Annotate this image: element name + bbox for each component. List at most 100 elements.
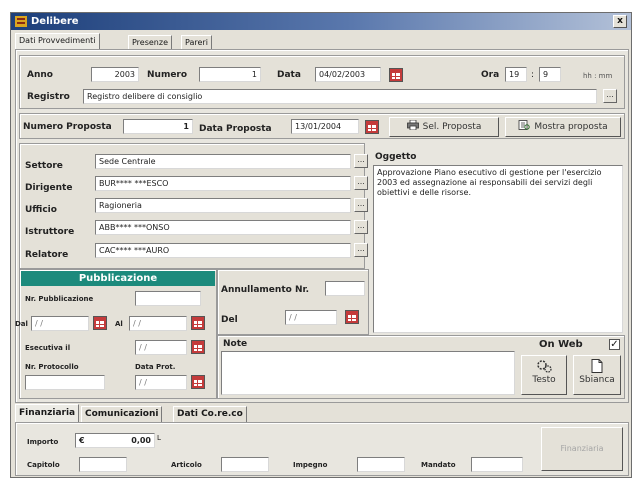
testo-label: Testo — [532, 375, 556, 385]
ora-label: Ora — [481, 70, 500, 80]
delibere-window: Delibere x Dati Provvedimenti Presenze P… — [10, 12, 632, 478]
registro-lookup-button[interactable]: ... — [603, 89, 617, 103]
importo-value: 0,00 — [131, 436, 151, 445]
impegno-input[interactable] — [357, 457, 405, 472]
settore-label: Settore — [25, 161, 63, 171]
relatore-label: Relatore — [25, 250, 69, 260]
dal-label: Dal — [15, 320, 28, 328]
on-web-checkbox[interactable]: ✓ — [609, 339, 620, 350]
sbianca-label: Sbianca — [579, 375, 615, 385]
annullamento-calendar-icon[interactable] — [345, 310, 359, 324]
numero-proposta-label: Numero Proposta — [23, 122, 112, 132]
mostra-proposta-button[interactable]: Mostra proposta — [505, 117, 621, 137]
testo-button[interactable]: Testo — [521, 355, 567, 395]
dal-input[interactable]: / / — [31, 316, 89, 331]
registro-input[interactable]: Registro delibere di consiglio — [83, 89, 597, 104]
data-prot-input[interactable]: / / — [135, 375, 187, 390]
ufficio-lookup-button[interactable]: ... — [354, 198, 368, 212]
annullamento-label: Annullamento Nr. — [221, 285, 310, 295]
articolo-label: Articolo — [171, 461, 202, 469]
sel-proposta-button[interactable]: Sel. Proposta — [389, 117, 499, 137]
sel-proposta-label: Sel. Proposta — [422, 122, 482, 132]
tab-dati-coreco[interactable]: Dati Co.re.co — [173, 406, 247, 422]
dirigente-lookup-button[interactable]: ... — [354, 176, 368, 190]
al-label: Al — [115, 320, 123, 328]
note-label: Note — [223, 339, 248, 349]
istruttore-input[interactable]: ABB**** ***ONSO — [95, 220, 351, 235]
mostra-proposta-label: Mostra proposta — [534, 122, 608, 132]
pubblicazione-header: Pubblicazione — [21, 271, 215, 286]
sbianca-button[interactable]: Sbianca — [573, 355, 621, 395]
esecutiva-calendar-icon[interactable] — [191, 340, 205, 354]
data-proposta-calendar-icon[interactable] — [365, 120, 379, 134]
importo-label: Importo — [27, 438, 59, 446]
annullamento-del-label: Del — [221, 315, 238, 325]
al-input[interactable]: / / — [129, 316, 187, 331]
annullamento-input[interactable] — [325, 281, 365, 296]
tab-pareri[interactable]: Pareri — [181, 35, 212, 49]
annullamento-panel — [217, 269, 369, 335]
data-calendar-icon[interactable] — [389, 68, 403, 82]
data-input[interactable]: 04/02/2003 — [315, 67, 381, 82]
dirigente-input[interactable]: BUR**** ***ESCO — [95, 176, 351, 191]
ora-separator: : — [531, 70, 535, 80]
ora-minutes-input[interactable]: 9 — [539, 67, 561, 82]
document-icon — [518, 120, 531, 130]
ora-format-hint: hh : mm — [583, 72, 613, 80]
anno-input[interactable]: 2003 — [91, 67, 139, 82]
mandato-label: Mandato — [421, 461, 456, 469]
anno-label: Anno — [27, 70, 53, 80]
printer-icon — [406, 120, 419, 130]
mandato-input[interactable] — [471, 457, 523, 472]
ufficio-input[interactable]: Ragioneria — [95, 198, 351, 213]
data-prot-label: Data Prot. — [135, 363, 176, 371]
nr-protocollo-input[interactable] — [25, 375, 105, 390]
data-proposta-input[interactable]: 13/01/2004 — [291, 119, 359, 134]
window-title: Delibere — [31, 16, 79, 27]
capitolo-label: Capitolo — [27, 461, 60, 469]
capitolo-input[interactable] — [79, 457, 127, 472]
ora-hours-input[interactable]: 19 — [505, 67, 527, 82]
oggetto-textarea[interactable]: Approvazione Piano esecutivo di gestione… — [373, 165, 623, 333]
articolo-input[interactable] — [221, 457, 269, 472]
new-page-icon — [591, 359, 603, 373]
relatore-input[interactable]: CAC**** ***AURO — [95, 243, 351, 258]
annullamento-del-input[interactable]: / / — [285, 310, 337, 325]
tab-comunicazioni[interactable]: Comunicazioni — [81, 406, 163, 422]
dal-calendar-icon[interactable] — [93, 316, 107, 330]
dirigente-label: Dirigente — [25, 183, 73, 193]
tab-finanziaria[interactable]: Finanziaria — [15, 404, 80, 422]
impegno-label: Impegno — [293, 461, 328, 469]
on-web-label: On Web — [539, 339, 583, 350]
istruttore-lookup-button[interactable]: ... — [354, 220, 368, 234]
data-prot-calendar-icon[interactable] — [191, 375, 205, 389]
settore-lookup-button[interactable]: ... — [354, 154, 368, 168]
finanziaria-button[interactable]: Finanziaria — [541, 427, 623, 471]
app-icon — [15, 16, 27, 27]
currency-symbol: € — [79, 436, 85, 445]
numero-input[interactable]: 1 — [199, 67, 261, 82]
nr-protocollo-label: Nr. Protocollo — [25, 363, 79, 371]
al-calendar-icon[interactable] — [191, 316, 205, 330]
close-button[interactable]: x — [613, 15, 627, 28]
importo-unit: L — [157, 434, 161, 442]
title-bar[interactable]: Delibere x — [11, 13, 631, 30]
esecutiva-label: Esecutiva il — [25, 344, 71, 352]
nr-pubblicazione-label: Nr. Pubblicazione — [25, 295, 94, 303]
numero-proposta-input[interactable]: 1 — [123, 119, 193, 134]
nr-pubblicazione-input[interactable] — [135, 291, 201, 306]
settore-input[interactable]: Sede Centrale — [95, 154, 351, 169]
esecutiva-input[interactable]: / / — [135, 340, 187, 355]
gears-icon — [537, 360, 552, 373]
data-proposta-label: Data Proposta — [199, 124, 272, 134]
oggetto-label: Oggetto — [375, 152, 417, 162]
importo-input[interactable]: € 0,00 — [75, 433, 155, 448]
data-label: Data — [277, 70, 301, 80]
tab-presenze[interactable]: Presenze — [128, 35, 172, 49]
numero-label: Numero — [147, 70, 188, 80]
ufficio-label: Ufficio — [25, 205, 57, 215]
tab-dati-provvedimenti[interactable]: Dati Provvedimenti — [15, 33, 100, 49]
relatore-lookup-button[interactable]: ... — [354, 243, 368, 257]
istruttore-label: Istruttore — [25, 227, 75, 237]
note-textarea[interactable] — [221, 351, 515, 395]
